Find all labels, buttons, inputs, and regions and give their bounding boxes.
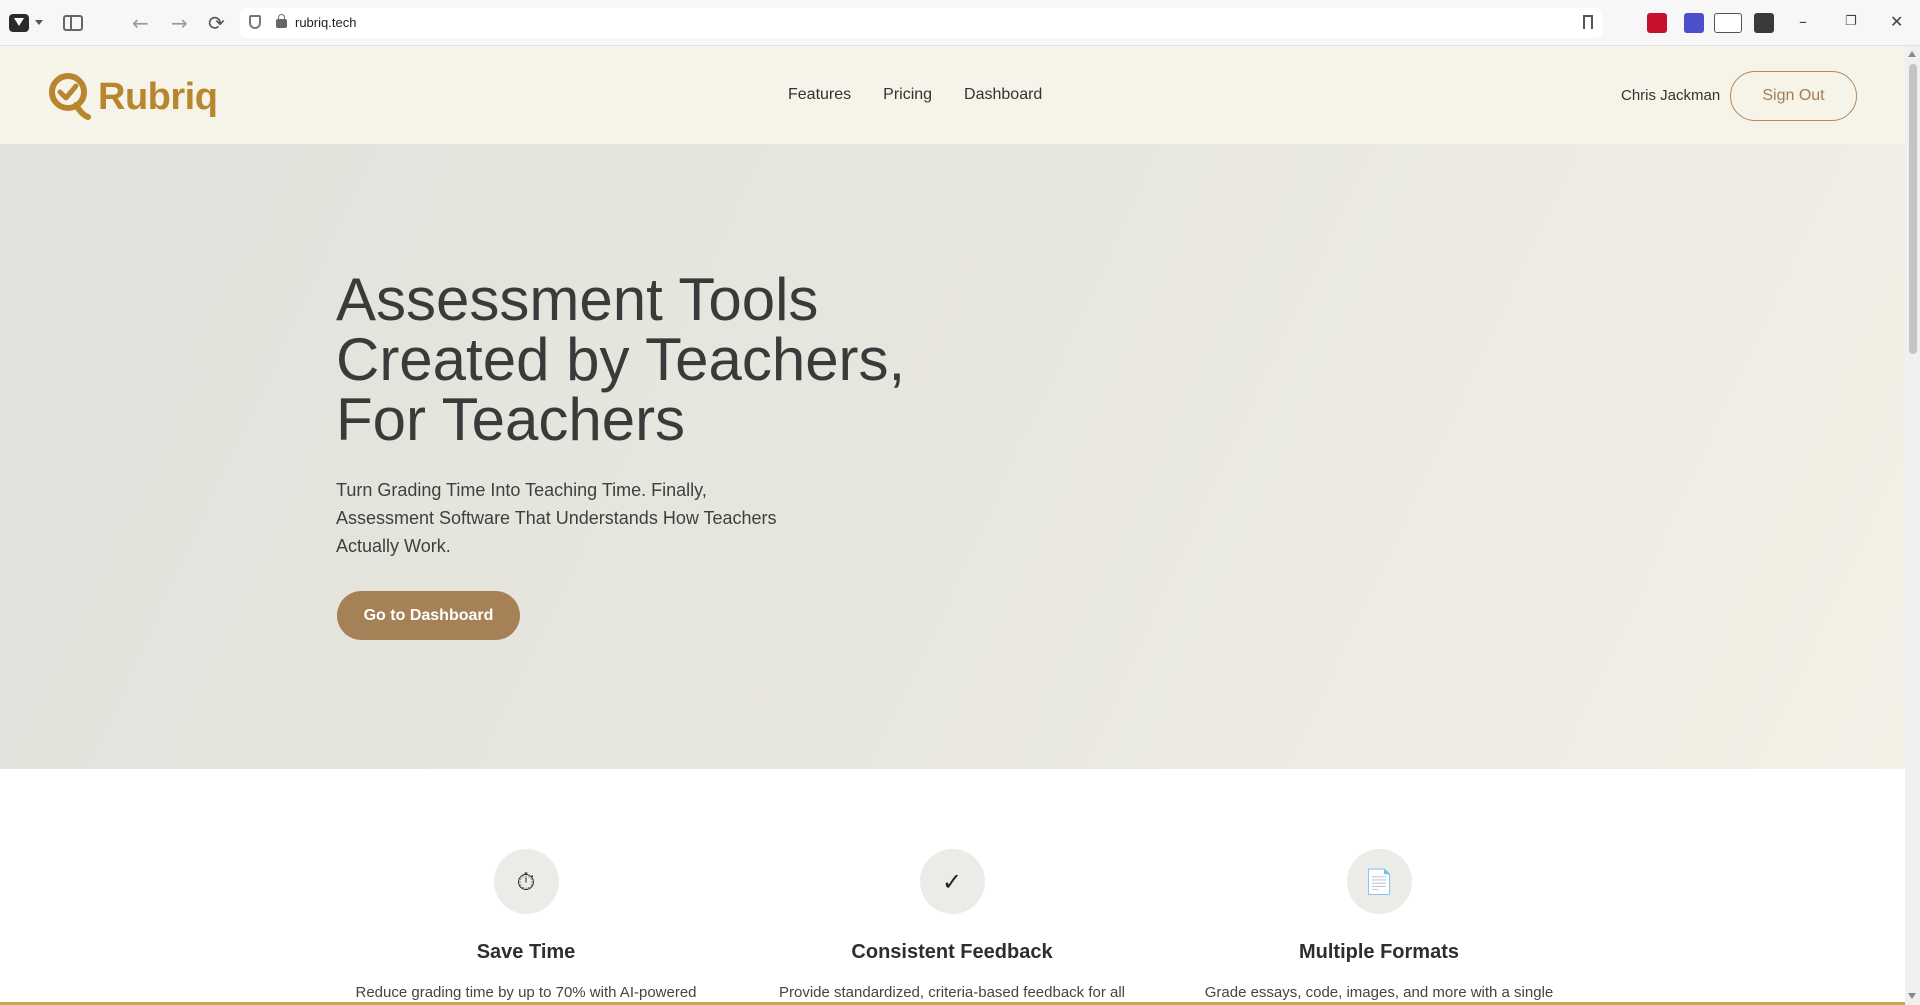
- scroll-up-icon[interactable]: [1908, 51, 1916, 57]
- scroll-down-icon[interactable]: [1908, 993, 1916, 999]
- hero-title: Assessment Tools Created by Teachers, Fo…: [336, 270, 976, 450]
- feature-title: Consistent Feedback: [851, 941, 1053, 963]
- hero-title-line: Created by Teachers,: [336, 326, 906, 393]
- bookmark-icon[interactable]: [1583, 15, 1593, 29]
- scroll-thumb[interactable]: [1909, 64, 1917, 354]
- feature-description: Grade essays, code, images, and more wit…: [1204, 984, 1554, 1001]
- restore-icon[interactable]: ❐: [1845, 14, 1857, 29]
- side-panel-icon[interactable]: [63, 15, 83, 31]
- checkmark-icon: ✓: [919, 849, 985, 914]
- hero-subtitle: Turn Grading Time Into Teaching Time. Fi…: [336, 480, 777, 556]
- feature-title: Multiple Formats: [1298, 941, 1459, 963]
- reload-icon[interactable]: ⟳: [208, 11, 225, 35]
- magnifier-check-icon: [49, 73, 91, 120]
- site-header: Rubriq Features Pricing Dashboard Chris …: [0, 46, 1905, 144]
- back-icon[interactable]: ←: [132, 11, 149, 35]
- url-text[interactable]: rubriq.tech: [295, 15, 356, 30]
- minimize-icon[interactable]: –: [1799, 12, 1807, 31]
- document-icon: 📄: [1346, 849, 1412, 914]
- feature-description: Provide standardized, criteria-based fee…: [778, 984, 1126, 1001]
- brand-logo[interactable]: Rubriq: [48, 72, 218, 122]
- vpn-extension-icon[interactable]: [1714, 13, 1742, 33]
- page-scrollbar[interactable]: [1905, 46, 1920, 1005]
- sign-out-button[interactable]: Sign Out: [1730, 71, 1857, 121]
- feature-title: Save Time: [476, 941, 576, 963]
- stopwatch-icon: ⏱: [493, 849, 559, 914]
- features-section: ⏱ Save Time Reduce grading time by up to…: [0, 769, 1905, 1005]
- feature-description: Reduce grading time by up to 70% with AI…: [355, 984, 697, 1001]
- nav-pricing[interactable]: Pricing: [883, 86, 932, 104]
- p-extension-icon[interactable]: [1684, 13, 1704, 33]
- gift-extension-icon[interactable]: [1754, 13, 1774, 33]
- hero-title-line: For Teachers: [336, 386, 686, 453]
- hero-section: Assessment Tools Created by Teachers, Fo…: [0, 144, 1905, 769]
- hero-title-line: Assessment Tools: [336, 266, 819, 333]
- nav-features[interactable]: Features: [788, 86, 851, 104]
- shield-icon[interactable]: [249, 15, 261, 29]
- lock-icon[interactable]: [276, 14, 287, 28]
- browser-menu-icon[interactable]: [9, 14, 29, 32]
- feature-card: ✓ Consistent Feedback Provide standardiz…: [742, 849, 1162, 1001]
- address-bar[interactable]: [240, 8, 1602, 38]
- nav-dashboard[interactable]: Dashboard: [964, 86, 1042, 104]
- chevron-down-icon[interactable]: [35, 20, 43, 25]
- browser-toolbar: ← → ⟳ rubriq.tech – ❐ ✕: [0, 0, 1920, 46]
- main-nav: Features Pricing Dashboard: [788, 86, 1042, 104]
- close-icon[interactable]: ✕: [1890, 12, 1903, 31]
- user-name: Chris Jackman: [1621, 87, 1721, 104]
- pdf-extension-icon[interactable]: [1647, 13, 1667, 33]
- forward-icon[interactable]: →: [171, 11, 188, 35]
- go-to-dashboard-button[interactable]: Go to Dashboard: [337, 591, 520, 640]
- feature-card: 📄 Multiple Formats Grade essays, code, i…: [1169, 849, 1589, 1001]
- brand-name: Rubriq: [98, 75, 218, 118]
- feature-card: ⏱ Save Time Reduce grading time by up to…: [316, 849, 736, 1001]
